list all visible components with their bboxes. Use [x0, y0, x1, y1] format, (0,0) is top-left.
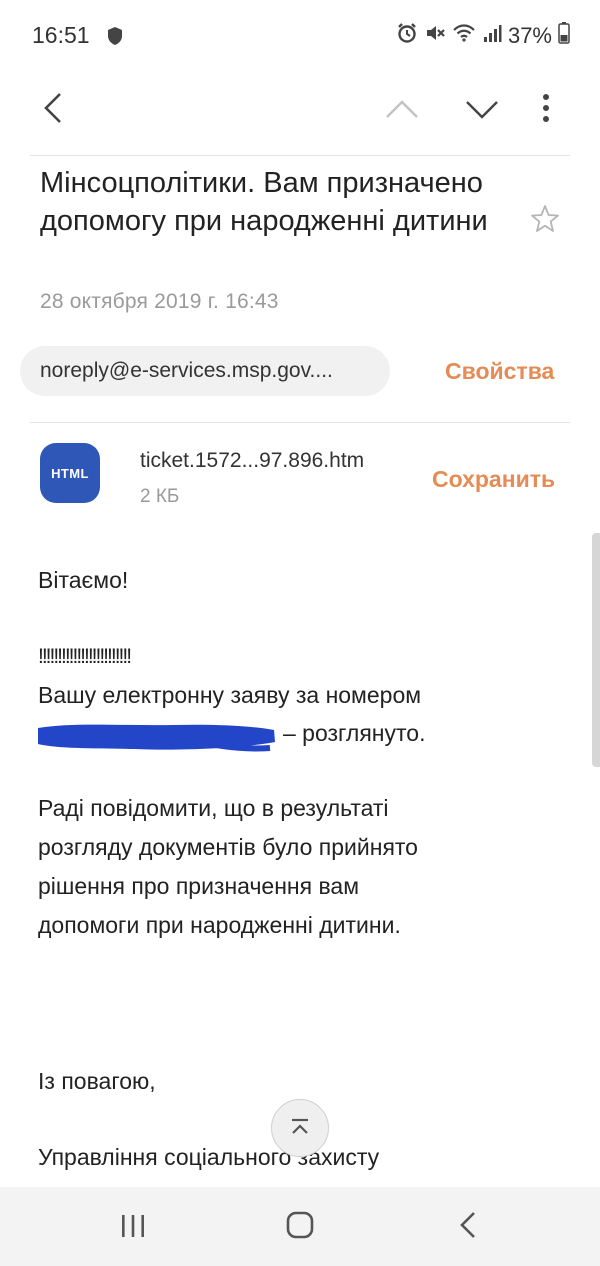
system-back-icon: [460, 1212, 475, 1238]
shield-icon: [106, 26, 124, 51]
previous-email-button[interactable]: [384, 94, 420, 124]
system-back-button[interactable]: [458, 1210, 484, 1242]
body-line-1: Вашу електронну заяву за номером: [38, 682, 422, 708]
body-para2-line4: допомоги при народженні дитини.: [38, 912, 401, 938]
html-file-icon[interactable]: HTML: [40, 443, 100, 503]
star-button[interactable]: [530, 204, 562, 236]
save-attachment-button[interactable]: Сохранить: [432, 466, 555, 493]
battery-text: 37%: [507, 23, 552, 48]
next-email-button[interactable]: [464, 94, 500, 124]
alarm-icon: [396, 22, 418, 50]
more-vert-icon: [543, 94, 549, 122]
body-para2-line3: рішення про призначення вам: [38, 873, 360, 899]
recent-apps-icon: [122, 1215, 144, 1237]
email-date: 28 октября 2019 г. 16:43: [40, 290, 279, 313]
status-time: 16:51: [32, 22, 90, 48]
chevron-down-icon: [466, 101, 498, 119]
properties-button[interactable]: Свойства: [445, 358, 554, 385]
back-button[interactable]: [36, 88, 70, 128]
body-exclamations: !!!!!!!!!!!!!!!!!!!!!!!!: [38, 645, 132, 668]
sender-address: noreply@e-services.msp.gov....: [40, 359, 333, 382]
scroll-to-top-button[interactable]: [271, 1099, 329, 1157]
star-icon: [531, 205, 559, 232]
redaction-mark: [34, 718, 279, 759]
chevron-up-icon: [386, 100, 418, 118]
body-para2-line1: Раді повідомити, що в результаті: [38, 795, 389, 821]
battery-icon: [558, 22, 570, 50]
navigation-bar: [0, 1187, 600, 1266]
scroll-top-icon: [292, 1118, 308, 1134]
attachment-filename[interactable]: ticket.1572...97.896.htm: [140, 449, 364, 473]
mute-icon: [424, 22, 446, 50]
sender-chip[interactable]: noreply@e-services.msp.gov....: [20, 346, 390, 396]
wifi-icon: [452, 23, 476, 49]
recent-apps-button[interactable]: [118, 1212, 152, 1242]
body-greeting: Вітаємо!: [38, 567, 129, 593]
scrollbar[interactable]: [592, 533, 600, 767]
toolbar-divider: [30, 155, 570, 156]
email-subject: Мінсоцполітики. Вам призначено допомогу …: [40, 167, 488, 237]
home-button[interactable]: [284, 1210, 318, 1242]
back-arrow-icon: [44, 93, 61, 123]
body-regards: Із повагою,: [38, 1068, 156, 1094]
body-para2-line2: розгляду документів було прийнято: [38, 834, 418, 860]
status-icons: 37%: [396, 22, 570, 50]
attachment-size: 2 КБ: [140, 486, 180, 507]
body-signature: Управління соціального захисту: [38, 1144, 380, 1170]
body-line-2-suffix: – розглянуто.: [283, 720, 426, 746]
header-divider: [30, 422, 570, 423]
more-options-button[interactable]: [532, 90, 560, 126]
home-icon: [286, 1211, 314, 1239]
signal-icon: [482, 23, 502, 49]
